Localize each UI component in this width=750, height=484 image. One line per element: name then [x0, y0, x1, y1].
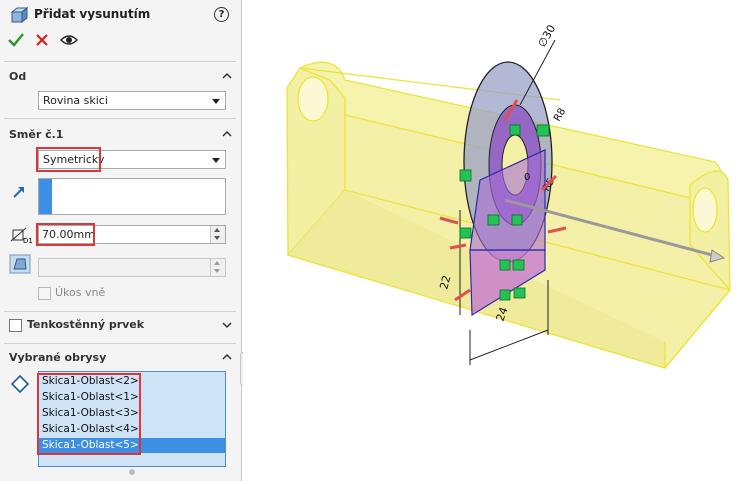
depth-icon: D1 [10, 227, 32, 244]
highlight-frame [37, 373, 141, 455]
collapse-up-icon[interactable] [222, 129, 232, 139]
separator [4, 311, 236, 312]
spin-down-icon [214, 269, 220, 273]
extrude-feature-icon [10, 6, 28, 24]
separator [4, 343, 236, 344]
graphics-viewport[interactable]: ∅30 R8 R5 22 24 0 [243, 0, 750, 481]
right-hole [692, 187, 718, 233]
section-direction1-title: Směr č.1 [9, 128, 64, 141]
expand-down-icon[interactable] [222, 320, 232, 330]
resize-grip[interactable] [129, 469, 135, 475]
dimension-label: R8 [552, 106, 568, 123]
draft-icon[interactable] [9, 254, 31, 274]
left-hole [297, 76, 329, 122]
od-start-condition-select[interactable]: Rovina skici [38, 91, 226, 110]
direction-arrow-icon[interactable] [12, 185, 26, 199]
close-icon[interactable] [36, 34, 48, 46]
dimension-label: ∅30 [535, 23, 558, 50]
selected-contours-title: Vybrané obrysy [9, 351, 107, 364]
panel-title: Přidat vysunutím [34, 7, 151, 21]
thin-feature-checkbox[interactable] [9, 319, 22, 332]
dimension-label: 0 [524, 172, 530, 183]
spin-up-icon [214, 228, 220, 232]
separator [4, 61, 236, 62]
selection-focus-bar [39, 179, 52, 214]
eye-icon[interactable] [60, 34, 78, 46]
highlight-frame [36, 223, 95, 246]
od-start-condition-value: Rovina skici [43, 94, 108, 107]
collapse-up-icon[interactable] [222, 71, 232, 81]
svg-text:D1: D1 [23, 237, 32, 244]
draft-outward-checkbox[interactable] [38, 287, 51, 300]
help-button[interactable]: ? [214, 7, 229, 22]
spin-down-icon [214, 236, 220, 240]
property-manager-panel: Přidat vysunutím ? Od Rovina skici Směr … [0, 0, 242, 481]
section-od-title: Od [9, 70, 27, 83]
sketch-contour-icon [11, 375, 29, 393]
spin-up-icon [214, 261, 220, 265]
model-view: ∅30 R8 R5 22 24 0 [286, 23, 731, 369]
thin-feature-title: Tenkostěnný prvek [27, 318, 145, 331]
separator [4, 118, 236, 119]
chevron-down-icon [212, 158, 220, 163]
draft-spinner[interactable] [210, 259, 225, 276]
highlight-frame [36, 147, 101, 172]
chevron-down-icon [212, 99, 220, 104]
draft-outward-label: Úkos vně [55, 286, 106, 299]
collapse-up-icon[interactable] [222, 352, 232, 362]
checkmark-icon[interactable] [8, 33, 24, 47]
depth-spinner[interactable] [210, 226, 225, 243]
direction-vector-field[interactable] [38, 178, 226, 215]
draft-angle-input[interactable] [38, 258, 226, 277]
